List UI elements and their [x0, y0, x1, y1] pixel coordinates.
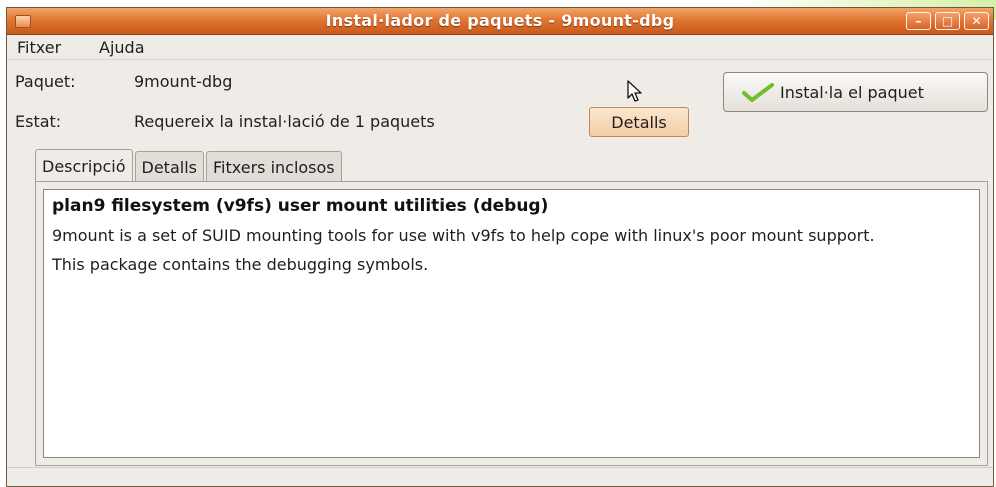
- description-paragraph-2: This package contains the debugging symb…: [52, 255, 429, 274]
- package-value: 9mount-dbg: [134, 72, 233, 91]
- window-title: Instal·lador de paquets - 9mount-dbg: [325, 11, 675, 30]
- description-title: plan9 filesystem (v9fs) user mount utili…: [52, 196, 549, 216]
- status-bar: [7, 467, 993, 486]
- titlebar[interactable]: Instal·lador de paquets - 9mount-dbg – □…: [7, 8, 993, 35]
- tab-included-files[interactable]: Fitxers inclosos: [205, 151, 342, 182]
- description-paragraph-1: 9mount is a set of SUID mounting tools f…: [52, 226, 875, 245]
- window-controls: – □ ✕: [906, 12, 989, 30]
- tab-panel: plan9 filesystem (v9fs) user mount utili…: [35, 181, 988, 466]
- mouse-pointer-icon: [627, 80, 642, 102]
- close-icon[interactable]: ✕: [964, 12, 989, 30]
- menu-help[interactable]: Ajuda: [99, 38, 145, 57]
- tab-bar: Descripció Detalls Fitxers inclosos: [35, 149, 344, 182]
- installer-window: Instal·lador de paquets - 9mount-dbg – □…: [6, 7, 994, 487]
- minimize-icon[interactable]: –: [906, 12, 931, 30]
- package-label: Paquet:: [15, 72, 76, 91]
- description-text-area[interactable]: plan9 filesystem (v9fs) user mount utili…: [43, 189, 980, 458]
- maximize-icon[interactable]: □: [935, 12, 960, 30]
- tab-description[interactable]: Descripció: [35, 149, 133, 182]
- status-value: Requereix la instal·lació de 1 paquets: [134, 112, 435, 131]
- status-label: Estat:: [15, 112, 62, 131]
- install-button-label: Instal·la el paquet: [780, 82, 924, 102]
- install-package-button[interactable]: Instal·la el paquet: [723, 72, 988, 112]
- checkmark-icon: [742, 83, 774, 102]
- details-button[interactable]: Detalls: [589, 107, 689, 137]
- details-button-label: Detalls: [611, 112, 667, 132]
- menu-file[interactable]: Fitxer: [17, 38, 61, 57]
- tab-details[interactable]: Detalls: [134, 151, 204, 182]
- menubar: Fitxer Ajuda: [7, 35, 993, 60]
